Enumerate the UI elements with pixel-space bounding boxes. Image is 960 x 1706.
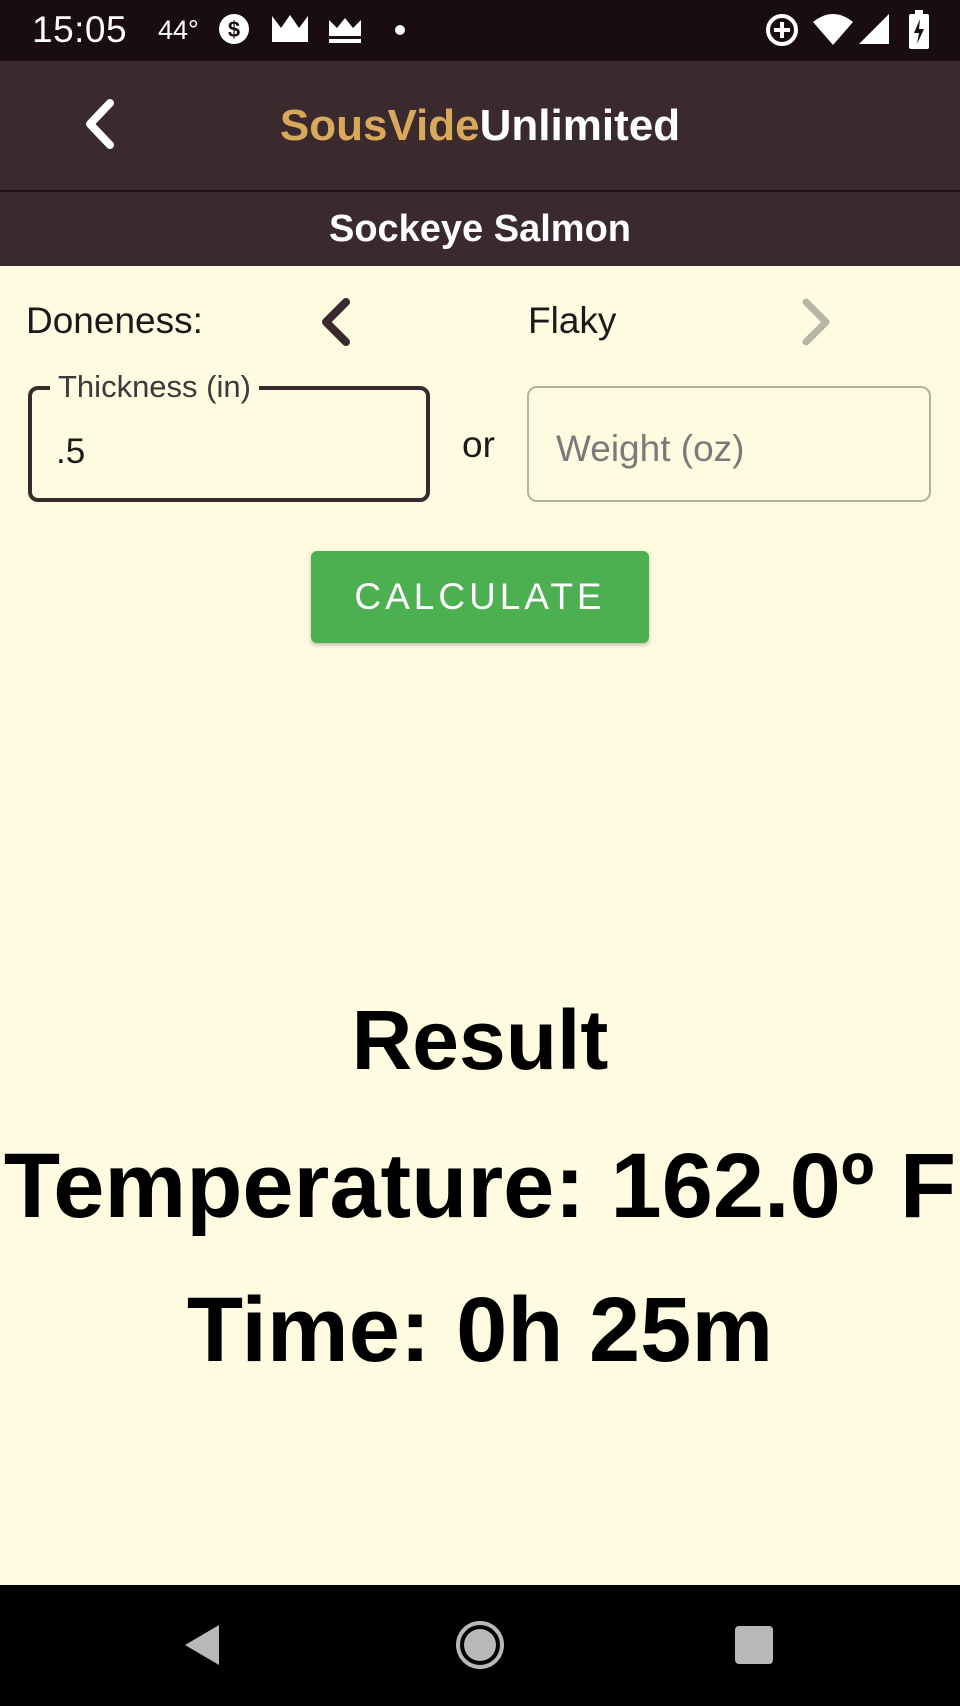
nav-home-button[interactable] xyxy=(450,1615,510,1675)
app-title-part1: SousVide xyxy=(279,101,480,150)
data-saver-icon xyxy=(766,14,798,46)
crown-icon xyxy=(272,15,308,42)
thickness-label: Thickness (in) xyxy=(50,369,259,405)
doneness-next-button[interactable] xyxy=(790,294,840,350)
navigation-bar xyxy=(0,1585,960,1706)
chevron-left-icon xyxy=(322,298,350,346)
weight-placeholder[interactable]: Weight (oz) xyxy=(556,428,745,470)
app-bar: SousVideUnlimited xyxy=(0,61,960,190)
doneness-prev-button[interactable] xyxy=(312,294,362,350)
dollar-circle-icon: $ xyxy=(219,14,249,44)
status-bar: 15:05 44° $ xyxy=(0,0,960,61)
status-time: 15:05 xyxy=(32,9,128,50)
dot-icon xyxy=(395,25,405,35)
status-temperature: 44° xyxy=(158,15,199,45)
result-temperature: Temperature: 162.0º F xyxy=(3,1135,957,1237)
doneness-value: Flaky xyxy=(528,300,617,341)
back-triangle-icon xyxy=(185,1625,219,1665)
crown-icon xyxy=(329,18,361,43)
home-circle-icon xyxy=(456,1621,504,1669)
or-separator: or xyxy=(462,424,495,465)
app-title: SousVideUnlimited xyxy=(0,101,960,151)
wifi-icon xyxy=(813,14,853,45)
doneness-label: Doneness: xyxy=(26,300,203,341)
thickness-input-value[interactable]: .5 xyxy=(56,432,85,472)
signal-icon xyxy=(859,14,889,44)
recents-square-icon xyxy=(735,1626,773,1664)
app-title-part2: Unlimited xyxy=(479,101,681,150)
nav-back-button[interactable] xyxy=(173,1615,233,1675)
calculate-button[interactable]: CALCULATE xyxy=(311,551,649,643)
food-title: Sockeye Salmon xyxy=(328,208,632,250)
battery-charging-icon xyxy=(909,10,929,49)
result-time: Time: 0h 25m xyxy=(186,1279,774,1381)
nav-recents-button[interactable] xyxy=(724,1615,784,1675)
result-heading: Result xyxy=(351,993,609,1087)
chevron-right-icon xyxy=(802,298,830,346)
subheader-bar: Sockeye Salmon xyxy=(0,192,960,266)
svg-text:$: $ xyxy=(228,17,240,42)
